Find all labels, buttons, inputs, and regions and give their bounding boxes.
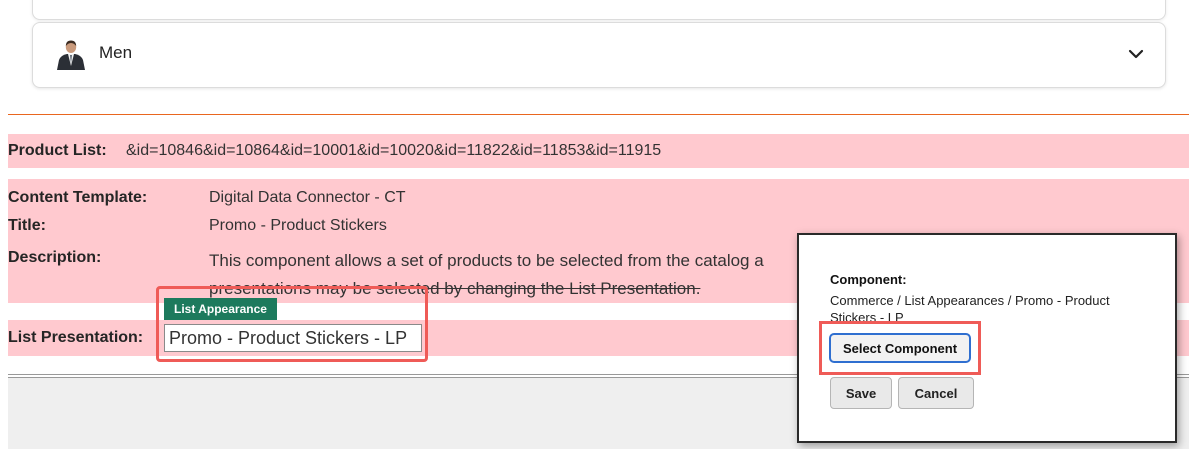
men-avatar-icon [55, 40, 87, 70]
product-list-label: Product List: [8, 142, 107, 159]
content-template-value: Digital Data Connector - CT [209, 189, 406, 206]
accordion-item-label: Men [99, 43, 133, 62]
content-template-label: Content Template: [8, 189, 148, 206]
accordion-item-previous[interactable] [32, 0, 1166, 20]
description-label: Description: [8, 249, 102, 266]
list-presentation-label: List Presentation: [8, 329, 144, 346]
product-list-value: &id=10846&id=10864&id=10001&id=10020&id=… [126, 142, 662, 159]
cancel-button[interactable]: Cancel [898, 377, 974, 409]
description-line-1: This component allows a set of products … [209, 251, 764, 270]
component-dialog: Component: Commerce / List Appearances /… [797, 233, 1177, 443]
chevron-down-icon[interactable] [1127, 45, 1145, 63]
accordion-item-men[interactable]: Men [32, 22, 1166, 88]
title-label: Title: [8, 217, 46, 234]
section-divider [8, 114, 1189, 115]
dialog-title: Component: [830, 272, 907, 287]
select-component-button[interactable]: Select Component [829, 333, 971, 363]
title-value: Promo - Product Stickers [209, 217, 387, 234]
save-button[interactable]: Save [830, 377, 892, 409]
list-presentation-field[interactable]: Promo - Product Stickers - LP [164, 324, 422, 352]
list-appearance-tag: List Appearance [164, 298, 277, 320]
